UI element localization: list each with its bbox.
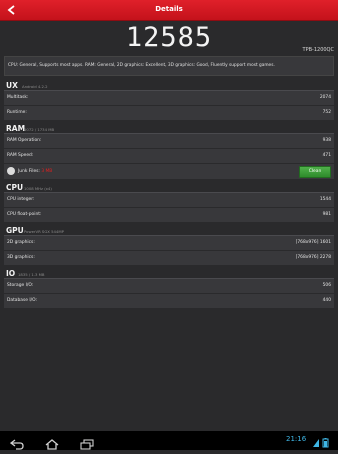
category-ram: RAM 1072 / 1734 MB	[4, 122, 334, 134]
score-row: Multitask: 2074	[4, 91, 334, 106]
row-label: RAM Operation:	[7, 138, 42, 143]
score-row: RAM Operation: 938	[4, 134, 334, 149]
category-gpu: GPU PowerVR SGX 544MP	[4, 224, 334, 236]
row-label: RAM Speed:	[7, 153, 34, 158]
nav-home-button[interactable]	[45, 435, 59, 450]
score-row: CPU integer: 1544	[4, 193, 334, 208]
status-clock: 21:16	[286, 435, 307, 443]
junk-files-value: 3 MB	[41, 169, 53, 174]
row-label: 2D graphics:	[7, 240, 35, 245]
row-label: 3D graphics:	[7, 255, 35, 260]
score-row: 3D graphics: [768x976] 2278	[4, 251, 334, 266]
category-name: CPU	[6, 183, 24, 192]
category-cpu: CPU 1008 MHz (x4)	[4, 181, 334, 193]
clean-button[interactable]: Clean	[299, 166, 331, 178]
score-row: Database I/O: 440	[4, 294, 334, 309]
signal-battery-icon	[313, 438, 329, 448]
row-label: Runtime:	[7, 110, 27, 115]
nav-recents-button[interactable]	[80, 435, 94, 450]
category-subtitle: 1835 / 1.3 MB	[18, 272, 45, 277]
row-value: 752	[322, 110, 331, 115]
category-subtitle: 1072 / 1734 MB	[24, 127, 55, 132]
row-label: Storage I/O:	[7, 283, 34, 288]
top-bar: Details	[0, 0, 338, 21]
row-value: 471	[322, 153, 331, 158]
row-value: [768x976] 1601	[295, 240, 331, 245]
row-value: 1544	[319, 197, 331, 202]
page-title: Details	[155, 5, 183, 13]
score-row: Runtime: 752	[4, 106, 334, 121]
category-name: UX	[6, 81, 18, 90]
category-name: IO	[6, 269, 16, 278]
category-subtitle: PowerVR SGX 544MP	[24, 229, 64, 234]
row-value: 440	[322, 298, 331, 303]
category-subtitle: Android 4.2.2	[22, 84, 48, 89]
junk-files-text: Junk Files:	[18, 169, 40, 174]
row-value: 506	[322, 283, 331, 288]
row-label: CPU float-point:	[7, 212, 42, 217]
system-nav-bar: 21:16	[0, 431, 338, 450]
junk-clean-icon	[7, 167, 15, 175]
summary-text: CPU: General, Supports most apps. RAM: G…	[4, 56, 334, 76]
category-ux: UX Android 4.2.2	[4, 79, 334, 91]
row-label: Database I/O:	[7, 298, 37, 303]
score-row: RAM Speed: 471	[4, 149, 334, 164]
total-score: 12585	[125, 22, 213, 53]
recent-apps-icon	[80, 439, 94, 450]
row-label: CPU integer:	[7, 197, 35, 202]
score-row: CPU float-point: 981	[4, 208, 334, 223]
row-value: 938	[322, 138, 331, 143]
category-subtitle: 1008 MHz (x4)	[24, 186, 52, 191]
home-icon	[45, 439, 59, 450]
category-io: IO 1835 / 1.3 MB	[4, 267, 334, 279]
category-name: RAM	[6, 124, 26, 133]
score-row: 2D graphics: [768x976] 1601	[4, 236, 334, 251]
details-content: CPU: General, Supports most apps. RAM: G…	[4, 56, 334, 309]
row-label: Multitask:	[7, 95, 29, 100]
score-row: Storage I/O: 506	[4, 279, 334, 294]
device-model: TPB-1200QC	[302, 47, 334, 53]
row-value: 2074	[319, 95, 331, 100]
row-value: [768x976] 2278	[295, 255, 331, 260]
junk-files-label: Junk Files: 3 MB	[18, 164, 52, 179]
nav-back-button[interactable]	[9, 435, 24, 450]
category-name: GPU	[6, 226, 24, 235]
back-icon	[9, 439, 24, 450]
junk-files-row: Junk Files: 3 MB Clean	[4, 164, 334, 180]
row-value: 981	[322, 212, 331, 217]
status-icons	[312, 434, 334, 448]
